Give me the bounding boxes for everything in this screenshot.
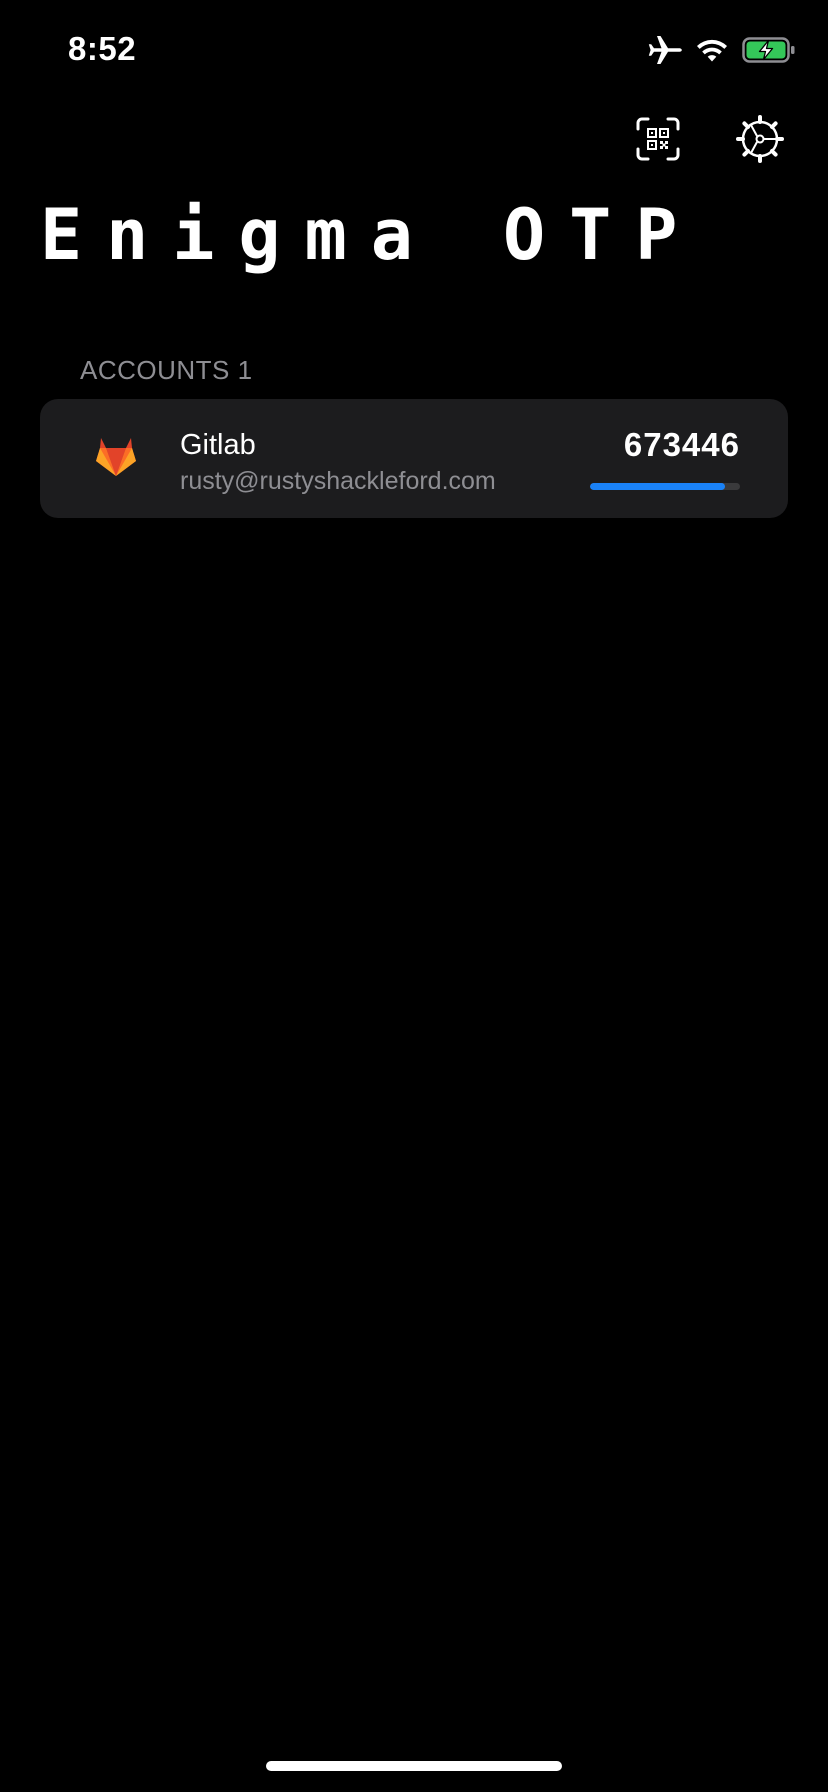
gitlab-icon [94,437,138,477]
accounts-section-header: ACCOUNTS 1 [80,355,253,385]
app-title: Enigma OTP [40,194,702,276]
account-name: Gitlab [180,429,256,461]
battery-charging-icon [742,37,796,63]
status-bar: 8:52 [0,0,828,100]
account-email: rusty@rustyshackleford.com [180,467,496,495]
scan-qr-button[interactable] [630,113,686,169]
settings-button[interactable] [732,113,788,169]
gear-icon [735,114,785,169]
account-card-gitlab[interactable]: Gitlab rusty@rustyshackleford.com 673446 [40,399,788,518]
otp-code: 673446 [623,426,740,463]
status-time: 8:52 [68,30,137,67]
otp-timer-progress-fill [590,483,725,490]
wifi-icon [696,37,728,63]
home-indicator [266,1761,562,1771]
airplane-icon [648,35,682,65]
otp-timer-progress [590,483,740,490]
qr-scan-icon [636,117,680,166]
status-icons [648,32,796,68]
